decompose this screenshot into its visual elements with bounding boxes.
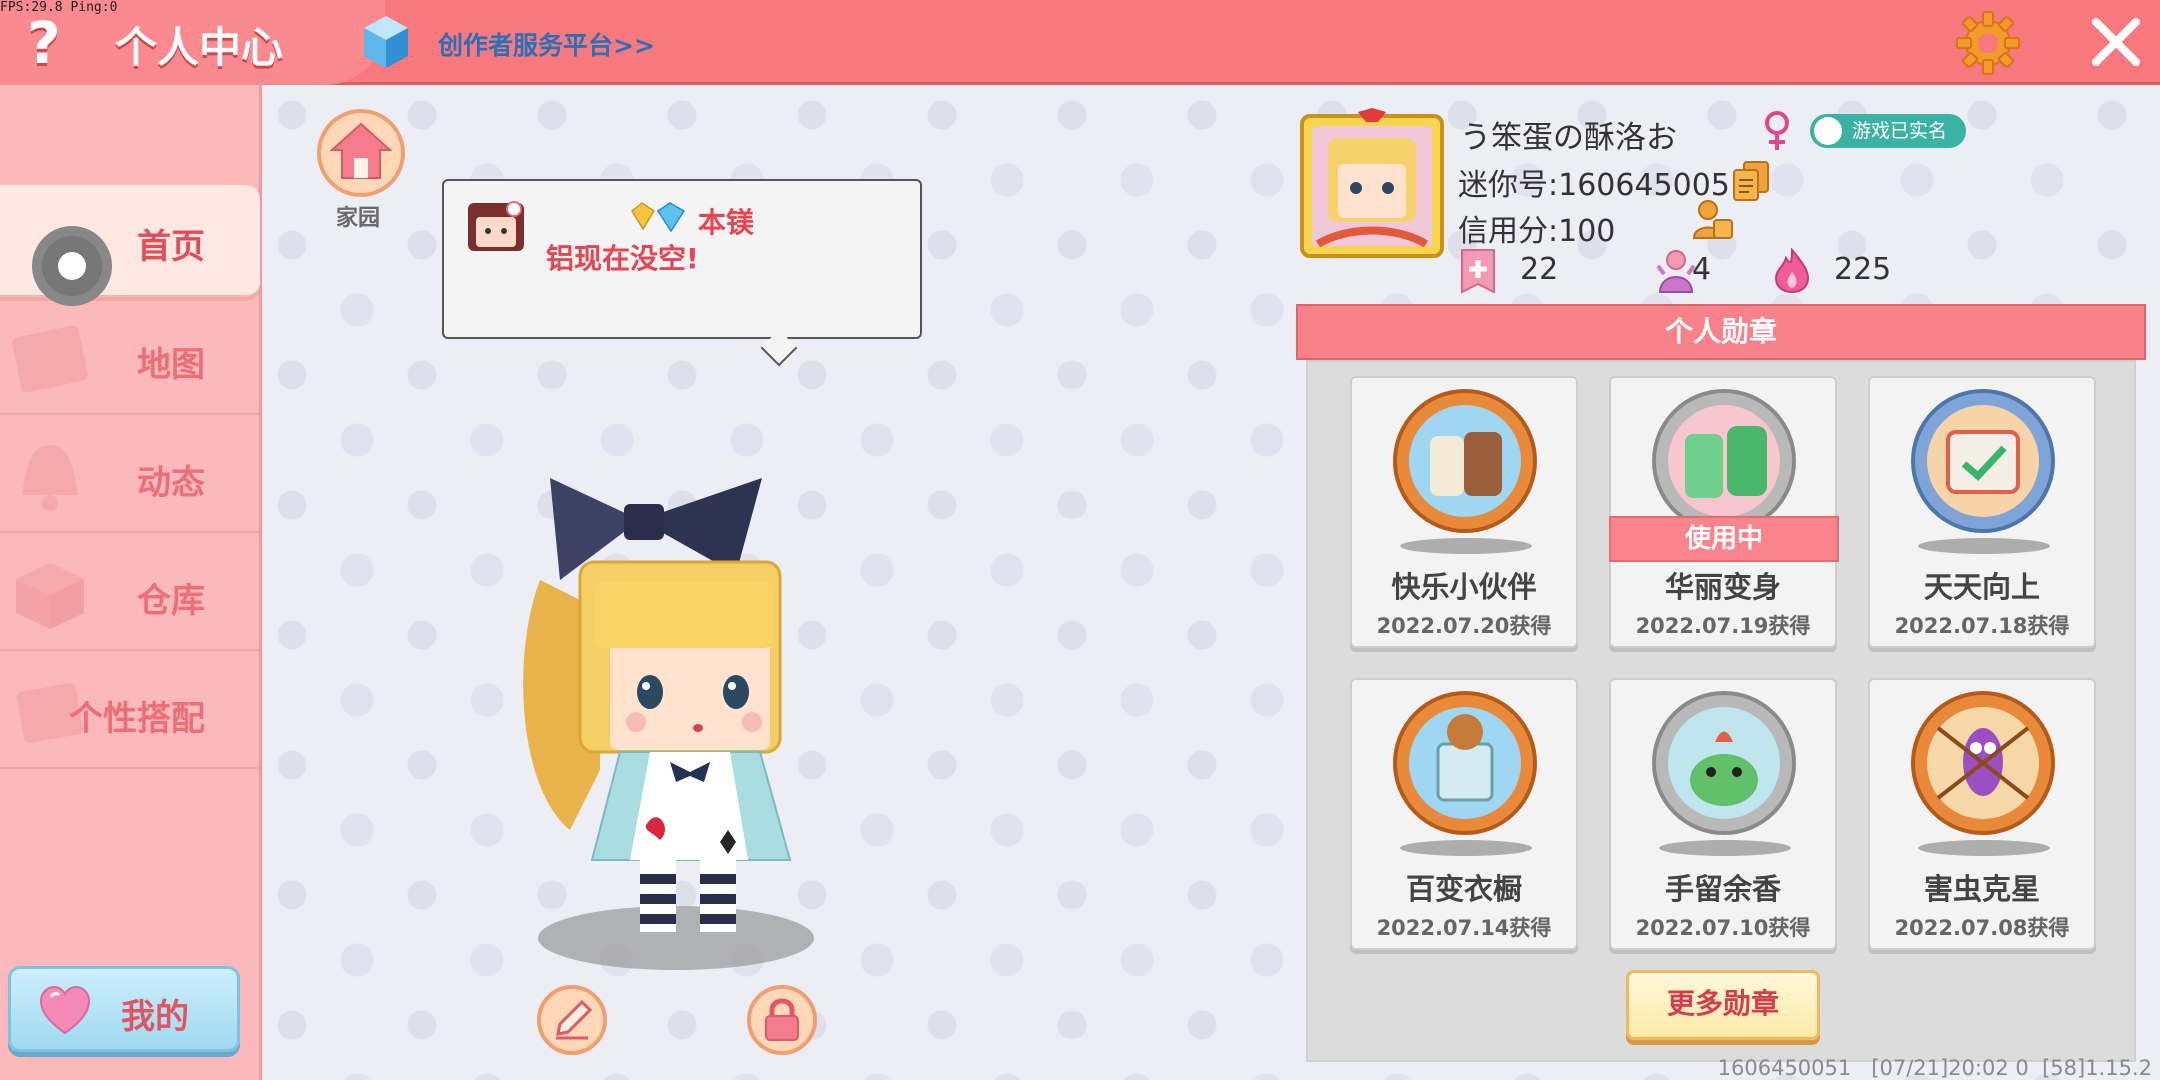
female-gender-icon [1765, 111, 1789, 150]
stat-plus-count: 22 [1520, 252, 1559, 287]
gorgeous-transform-medal-icon [1652, 389, 1796, 533]
medal-date: 2022.07.08获得 [1894, 916, 2070, 940]
medal-name: 害虫克星 [1923, 872, 2040, 906]
fans-icon [1656, 250, 1696, 293]
medal-shadow [1918, 538, 2050, 554]
mine-button[interactable]: 我的 [8, 966, 240, 1052]
gem-badges-icon [631, 202, 686, 233]
speech-bubble: 本镁 铝现在没空! [442, 179, 922, 367]
creator-platform-link[interactable]: 创作者服务平台>> [438, 26, 655, 62]
realname-label: 游戏已实名 [1852, 120, 1948, 142]
sidebar-item-map[interactable]: 地图 [0, 303, 260, 415]
medal-name: 百变衣橱 [1405, 872, 1522, 906]
medal-card[interactable]: 百变衣橱 2022.07.14获得 [1350, 678, 1578, 950]
medal-date: 2022.07.18获得 [1894, 614, 2070, 638]
medal-card[interactable]: 使用中 华丽变身 2022.07.19获得 [1609, 376, 1839, 648]
sidebar-item-feed[interactable]: 动态 [0, 421, 260, 533]
copy-icon[interactable] [1732, 160, 1770, 202]
medal-name: 手留余香 [1664, 872, 1781, 906]
bubble-text-line2: 铝现在没空! [546, 242, 699, 275]
bell-icon [22, 445, 78, 511]
stat-heat-count: 225 [1834, 252, 1892, 287]
medal-name: 华丽变身 [1664, 570, 1781, 604]
player-character[interactable] [500, 470, 840, 970]
medal-date: 2022.07.19获得 [1635, 614, 1811, 638]
person-icon [1814, 117, 1842, 145]
wardrobe-medal-icon [1393, 691, 1537, 835]
sidebar: 首页 地图 动态 仓库 个性搭配 我的 [0, 85, 262, 1080]
gear-icon[interactable] [1955, 10, 2021, 76]
lock-icon[interactable] [746, 984, 818, 1056]
medal-card[interactable]: 害虫克星 2022.07.08获得 [1868, 678, 2096, 950]
nickname: う笨蛋の酥洛お [1460, 120, 1677, 156]
sidebar-item-label: 个性搭配 [69, 699, 205, 739]
in-use-banner: 使用中 [1609, 516, 1839, 562]
home-icon[interactable] [316, 108, 406, 198]
daily-progress-medal-icon [1911, 389, 2055, 533]
close-icon[interactable] [2088, 14, 2144, 70]
realname-badge: 游戏已实名 [1810, 114, 1966, 148]
pencil-icon[interactable] [536, 984, 608, 1056]
bubble-text-line1: 本镁 [698, 206, 755, 239]
sidebar-item-label: 首页 [137, 227, 205, 267]
help-button[interactable]: ? [14, 8, 74, 78]
medal-panel-header: 个人勋章 [1296, 304, 2146, 360]
medal-shadow [1400, 840, 1532, 856]
sidebar-item-label: 动态 [137, 463, 205, 503]
sidebar-item-label: 地图 [137, 345, 205, 385]
more-medals-button[interactable]: 更多勋章 [1626, 970, 1820, 1040]
plus-bookmark-icon [1461, 249, 1495, 294]
happy-buddies-medal-icon [1393, 389, 1537, 533]
pest-buster-medal-icon [1911, 691, 2055, 835]
credit-score: 信用分:100 [1458, 214, 1616, 249]
medal-date: 2022.07.14获得 [1376, 916, 1552, 940]
medal-date: 2022.07.10获得 [1635, 916, 1811, 940]
heart-icon [39, 985, 91, 1035]
medal-date: 2022.07.20获得 [1376, 614, 1552, 638]
box-icon [16, 563, 84, 629]
sidebar-item-outfit[interactable]: 个性搭配 [0, 657, 260, 769]
map-icon [12, 325, 88, 393]
medal-shadow [1400, 538, 1532, 554]
sidebar-item-label: 仓库 [137, 581, 205, 621]
cube-icon[interactable] [362, 14, 410, 70]
lingering-fragrance-medal-icon [1652, 691, 1796, 835]
flame-icon [1774, 248, 1810, 294]
credit-info-icon[interactable] [1692, 198, 1734, 242]
floating-joystick-knob[interactable] [32, 226, 112, 306]
medal-name: 快乐小伙伴 [1391, 570, 1537, 604]
page-title: 个人中心 [115, 23, 284, 72]
stat-fans-count: 4 [1692, 252, 1712, 287]
avatar-icon [468, 201, 524, 251]
home-label: 家园 [336, 206, 381, 231]
medal-card[interactable]: 手留余香 2022.07.10获得 [1609, 678, 1837, 950]
medal-shadow [1918, 840, 2050, 856]
footer-info: 1606450051 [07/21]20:02 0 [58]1.15.2 [1717, 1056, 2152, 1080]
sidebar-item-warehouse[interactable]: 仓库 [0, 539, 260, 651]
medal-card[interactable]: 天天向上 2022.07.18获得 [1868, 376, 2096, 648]
top-bar: FPS:29.8 Ping:0 ? 个人中心 创作者服务平台>> [0, 0, 2160, 85]
medal-name: 天天向上 [1923, 570, 2040, 604]
medal-card[interactable]: 快乐小伙伴 2022.07.20获得 [1350, 376, 1578, 648]
medal-shadow [1659, 840, 1791, 856]
profile-avatar[interactable] [1298, 108, 1446, 260]
mine-label: 我的 [121, 997, 189, 1037]
